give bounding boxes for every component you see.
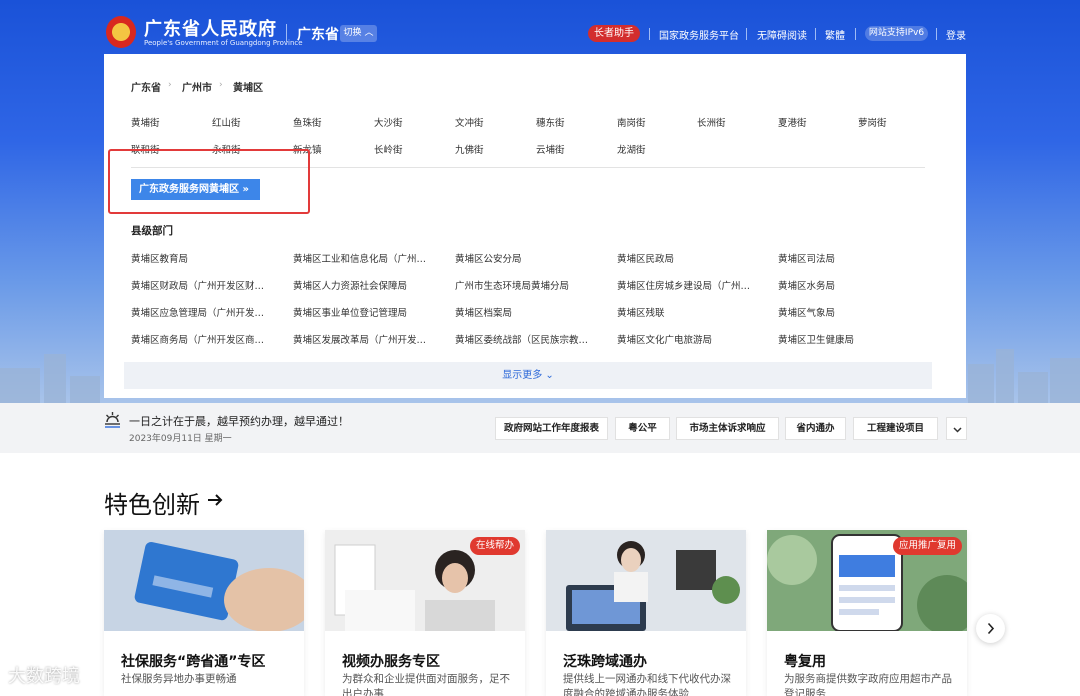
department-link[interactable]: 黄埔区工业和信息化局（广州开发区经济和信息化局） <box>293 251 433 265</box>
department-link[interactable]: 黄埔区水务局 <box>778 278 918 292</box>
card-description: 社保服务异地办事更畅通 <box>121 673 237 685</box>
street-link[interactable]: 黄埔街 <box>131 115 160 129</box>
department-link[interactable]: 黄埔区气象局 <box>778 305 918 319</box>
card-title: 泛珠跨域通办 <box>563 654 647 670</box>
department-section-title: 县级部门 <box>131 225 173 237</box>
breadcrumb-province[interactable]: 广东省 <box>131 79 161 94</box>
department-link[interactable]: 黄埔区商务局（广州开发区商务局） <box>131 332 271 346</box>
street-link[interactable]: 九佛街 <box>455 142 484 156</box>
street-link[interactable]: 大沙街 <box>374 115 403 129</box>
department-link[interactable]: 黄埔区事业单位登记管理局 <box>293 305 433 319</box>
notice-text: 一日之计在于晨，越早预约办理，越早通过！ <box>129 415 349 428</box>
feature-card[interactable]: 泛珠跨域通办 提供线上一网通办和线下代收代办深度融合的跨域通办服务体验 <box>546 530 746 696</box>
street-link[interactable]: 鱼珠街 <box>293 115 322 129</box>
social-security-card-image <box>104 530 304 631</box>
chevron-up-icon: ︿ <box>364 28 374 38</box>
breadcrumb-city[interactable]: 广州市 <box>182 79 212 94</box>
expand-quick-links-button[interactable] <box>946 417 967 440</box>
quick-link-button[interactable]: 政府网站工作年度报表 <box>495 417 608 440</box>
department-link[interactable]: 黄埔区卫生健康局 <box>778 332 918 346</box>
department-link[interactable]: 黄埔区教育局 <box>131 251 271 265</box>
current-region: 广东省 <box>297 27 339 43</box>
chevron-right-icon <box>987 622 995 635</box>
department-link[interactable]: 黄埔区司法局 <box>778 251 918 265</box>
department-link[interactable]: 黄埔区文化广电旅游局 <box>617 332 757 346</box>
carousel-next-button[interactable] <box>976 614 1005 643</box>
sunrise-icon <box>105 412 120 428</box>
breadcrumb-chevron-icon: › <box>168 80 172 90</box>
top-header: 广东省人民政府 People's Government of Guangdong… <box>0 0 1080 58</box>
department-link[interactable]: 黄埔区发展改革局（广州开发区发展改革局） <box>293 332 433 346</box>
region-dropdown-panel <box>104 54 966 398</box>
show-more-button[interactable]: 显示更多 ⌄ <box>124 362 932 389</box>
street-link[interactable]: 萝岗街 <box>858 115 887 129</box>
feature-card[interactable]: 应用推广复用 粤复用 为服务商提供数字政府应用超市产品登记服务 <box>767 530 967 696</box>
app-promotion-badge: 应用推广复用 <box>892 537 962 555</box>
online-help-badge: 在线帮办 <box>469 537 520 555</box>
department-link[interactable]: 广州市生态环境局黄埔分局 <box>455 278 595 292</box>
header-separator <box>936 28 937 40</box>
department-link[interactable]: 黄埔区住房城乡建设局（广州开发区建设局） <box>617 278 757 292</box>
department-link[interactable]: 黄埔区人力资源社会保障局 <box>293 278 433 292</box>
header-separator <box>746 28 747 40</box>
watermark-text: 大数跨境 <box>8 666 80 687</box>
site-subtitle: People's Government of Guangdong Provinc… <box>144 39 303 47</box>
street-link[interactable]: 文冲街 <box>455 115 484 129</box>
highlight-annotation-box <box>108 149 310 214</box>
header-separator <box>649 28 650 40</box>
department-link[interactable]: 黄埔区财政局（广州开发区财政局） <box>131 278 271 292</box>
section-title: 特色创新 <box>104 491 200 519</box>
quick-link-button[interactable]: 粤公平 <box>615 417 670 440</box>
department-link[interactable]: 黄埔区公安分局 <box>455 251 595 265</box>
header-divider <box>286 24 287 42</box>
card-description: 提供线上一网通办和线下代收代办深度融合的跨域通办服务体验 <box>563 673 731 696</box>
quick-link-button[interactable]: 市场主体诉求响应 <box>676 417 779 440</box>
card-description: 为群众和企业提供面对面服务，足不出户办事 <box>342 673 510 696</box>
national-emblem-icon <box>106 16 136 48</box>
ipv6-badge: 网站支持IPv6 <box>865 26 928 41</box>
department-link[interactable]: 黄埔区档案局 <box>455 305 595 319</box>
card-title: 粤复用 <box>784 654 826 670</box>
feature-card[interactable]: 在线帮办 视频办服务专区 为群众和企业提供面对面服务，足不出户办事 <box>325 530 525 696</box>
street-link[interactable]: 夏港街 <box>778 115 807 129</box>
accessible-reading-link[interactable]: 无障碍阅读 <box>757 27 807 42</box>
elder-assistant-button[interactable]: 长者助手 <box>588 25 640 42</box>
cross-region-service-image <box>546 530 746 631</box>
department-link[interactable]: 黄埔区残联 <box>617 305 757 319</box>
feature-card[interactable]: 社保服务“跨省通”专区 社保服务异地办事更畅通 <box>104 530 304 696</box>
switch-label: 切换 <box>343 28 362 38</box>
street-link[interactable]: 穗东街 <box>536 115 565 129</box>
header-separator <box>815 28 816 40</box>
street-link[interactable]: 红山街 <box>212 115 241 129</box>
quick-link-button[interactable]: 省内通办 <box>785 417 846 440</box>
notice-date: 2023年09月11日 星期一 <box>129 434 232 444</box>
department-link[interactable]: 黄埔区委统战部（区民族宗教事务局） <box>455 332 595 346</box>
street-link[interactable]: 南岗街 <box>617 115 646 129</box>
department-link[interactable]: 黄埔区应急管理局（广州开发区应急管理局） <box>131 305 271 319</box>
breadcrumb-chevron-icon: › <box>219 80 223 90</box>
street-link[interactable]: 龙湖街 <box>617 142 646 156</box>
header-separator <box>855 28 856 40</box>
street-link[interactable]: 长岭街 <box>374 142 403 156</box>
street-link[interactable]: 云埔街 <box>536 142 565 156</box>
card-title: 社保服务“跨省通”专区 <box>121 654 266 670</box>
national-platform-link[interactable]: 国家政务服务平台 <box>659 27 739 42</box>
region-switch-button[interactable]: 切换 ︿ <box>340 25 377 42</box>
breadcrumb-district[interactable]: 黄埔区 <box>233 79 263 94</box>
quick-link-button[interactable]: 工程建设项目 <box>853 417 938 440</box>
street-link[interactable]: 长洲街 <box>697 115 726 129</box>
traditional-chinese-link[interactable]: 繁體 <box>825 27 845 42</box>
department-link[interactable]: 黄埔区民政局 <box>617 251 757 265</box>
login-link[interactable]: 登录 <box>946 27 966 42</box>
card-description: 为服务商提供数字政府应用超市产品登记服务 <box>784 673 952 696</box>
card-title: 视频办服务专区 <box>342 654 440 670</box>
chevron-down-icon <box>953 427 962 433</box>
site-title[interactable]: 广东省人民政府 <box>144 15 277 41</box>
arrow-right-icon[interactable] <box>205 490 225 510</box>
